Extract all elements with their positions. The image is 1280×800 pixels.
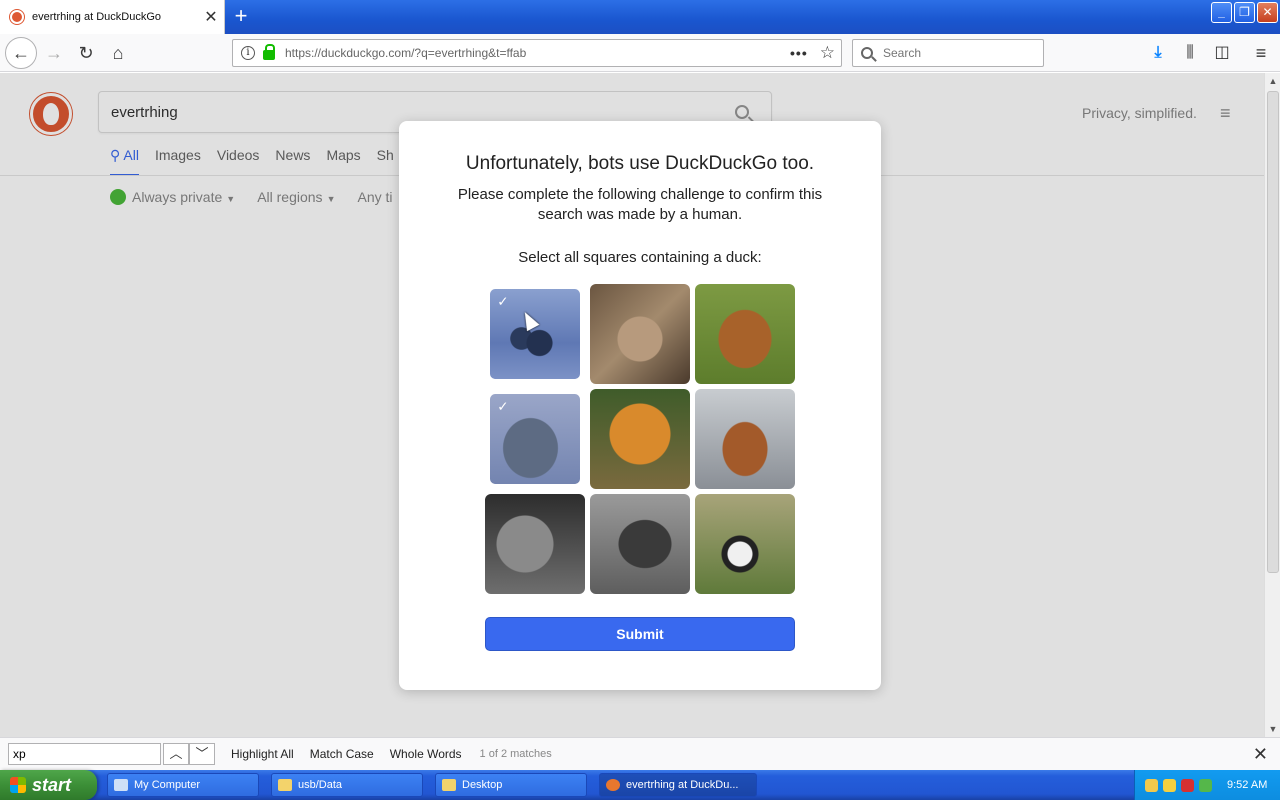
download-icon[interactable]: ⤓ [1147,42,1169,64]
task-firefox[interactable]: evertrhing at DuckDu... [599,773,757,797]
find-bar: ︿ ﹀ Highlight All Match Case Whole Words… [0,737,1280,770]
browser-tab[interactable]: evertrhing at DuckDuckGo ✕ [0,0,225,34]
folder-icon [442,779,456,791]
task-label: Desktop [462,779,503,791]
task-label: My Computer [134,779,201,791]
restore-button[interactable]: ❐ [1234,2,1255,23]
reload-button[interactable]: ↻ [72,39,100,67]
forward-button[interactable]: → [40,39,68,67]
page-actions-icon[interactable]: ••• [790,45,808,61]
minimize-button[interactable]: _ [1211,2,1232,23]
new-tab-button[interactable]: + [226,2,256,32]
tray-shield-icon[interactable] [1163,778,1176,792]
start-label: start [32,774,72,795]
challenge-tile-grebe[interactable] [695,389,795,489]
task-label: usb/Data [298,779,343,791]
scroll-up-icon[interactable]: ▲ [1265,73,1280,89]
challenge-tile-ducks[interactable]: ✓ [490,289,580,379]
lock-icon[interactable] [263,44,275,60]
home-button[interactable]: ⌂ [104,39,132,67]
navigation-toolbar: ← → ↻ ⌂ i https://duckduckgo.com/?q=ever… [0,34,1280,72]
title-bar: evertrhing at DuckDuckGo ✕ + _ ❐ ✕ [0,0,1280,34]
highlight-all-toggle[interactable]: Highlight All [231,747,294,761]
search-icon [861,47,873,59]
close-findbar-icon[interactable]: ✕ [1253,744,1268,765]
find-next-button[interactable]: ﹀ [189,743,215,765]
challenge-tile-elephant[interactable] [590,494,690,594]
library-icon[interactable]: ⫼ [1179,42,1201,64]
url-bar[interactable]: i https://duckduckgo.com/?q=evertrhing&t… [232,39,842,67]
computer-icon [114,779,128,791]
scroll-thumb[interactable] [1267,91,1279,573]
start-button[interactable]: start [0,770,97,800]
url-path: /?q=evertrhing&t=ffab [411,46,527,60]
url-host: https://duckduckgo.com [285,46,412,60]
find-input[interactable] [8,743,161,765]
modal-subtitle: Please complete the following challenge … [457,186,823,223]
system-tray: 9:52 AM [1134,770,1280,800]
firefox-icon [606,779,620,791]
duckduckgo-favicon-icon [10,10,24,24]
clock: 9:52 AM [1227,779,1268,791]
checkmark-icon: ✓ [497,294,509,310]
challenge-tile-panda[interactable] [695,494,795,594]
url-text[interactable]: https://duckduckgo.com/?q=evertrhing&t=f… [285,46,790,60]
challenge-tile-duck[interactable]: ✓ [490,394,580,484]
bot-challenge-modal: Unfortunately, bots use DuckDuckGo too. … [399,121,881,690]
tab-title: evertrhing at DuckDuckGo [32,11,161,23]
tray-security-icon[interactable] [1181,778,1194,792]
challenge-tile-fox[interactable] [590,284,690,384]
sidebar-toggle-icon[interactable]: ◫ [1211,42,1233,64]
browser-search-box[interactable] [852,39,1044,67]
task-my-computer[interactable]: My Computer [107,773,259,797]
challenge-image-grid: ✓ ✓ [485,284,795,594]
challenge-tile-tiger[interactable] [590,389,690,489]
match-case-toggle[interactable]: Match Case [310,747,374,761]
menu-icon[interactable]: ≡ [1250,42,1272,64]
modal-title: Unfortunately, bots use DuckDuckGo too. [465,153,815,174]
tab-close-icon[interactable]: ✕ [200,7,222,27]
scroll-down-icon[interactable]: ▼ [1265,721,1280,737]
tray-update-icon[interactable] [1199,778,1212,792]
task-label: evertrhing at DuckDu... [626,779,739,791]
checkmark-icon: ✓ [497,399,509,415]
close-window-button[interactable]: ✕ [1257,2,1278,23]
submit-button[interactable]: Submit [485,617,795,651]
whole-words-toggle[interactable]: Whole Words [390,747,462,761]
task-usb-data[interactable]: usb/Data [271,773,423,797]
browser-search-input[interactable] [883,46,1033,60]
folder-icon [278,779,292,791]
back-button[interactable]: ← [5,37,37,69]
task-desktop[interactable]: Desktop [435,773,587,797]
page-content: evertrhing Privacy, simplified. ≡ ⚲ All … [0,73,1264,737]
windows-flag-icon [10,777,26,793]
taskbar: start My Computer usb/Data Desktop evert… [0,770,1280,800]
bookmark-star-icon[interactable]: ☆ [820,43,835,63]
challenge-tile-lion[interactable] [485,494,585,594]
challenge-instruction: Select all squares containing a duck: [518,249,762,266]
tray-network-icon[interactable] [1145,778,1158,792]
find-previous-button[interactable]: ︿ [163,743,189,765]
info-icon[interactable]: i [241,46,255,60]
page-scrollbar[interactable]: ▲ ▼ [1264,73,1280,737]
window-controls: _ ❐ ✕ [1211,2,1278,23]
find-status: 1 of 2 matches [479,748,552,760]
challenge-tile-moth[interactable] [695,284,795,384]
